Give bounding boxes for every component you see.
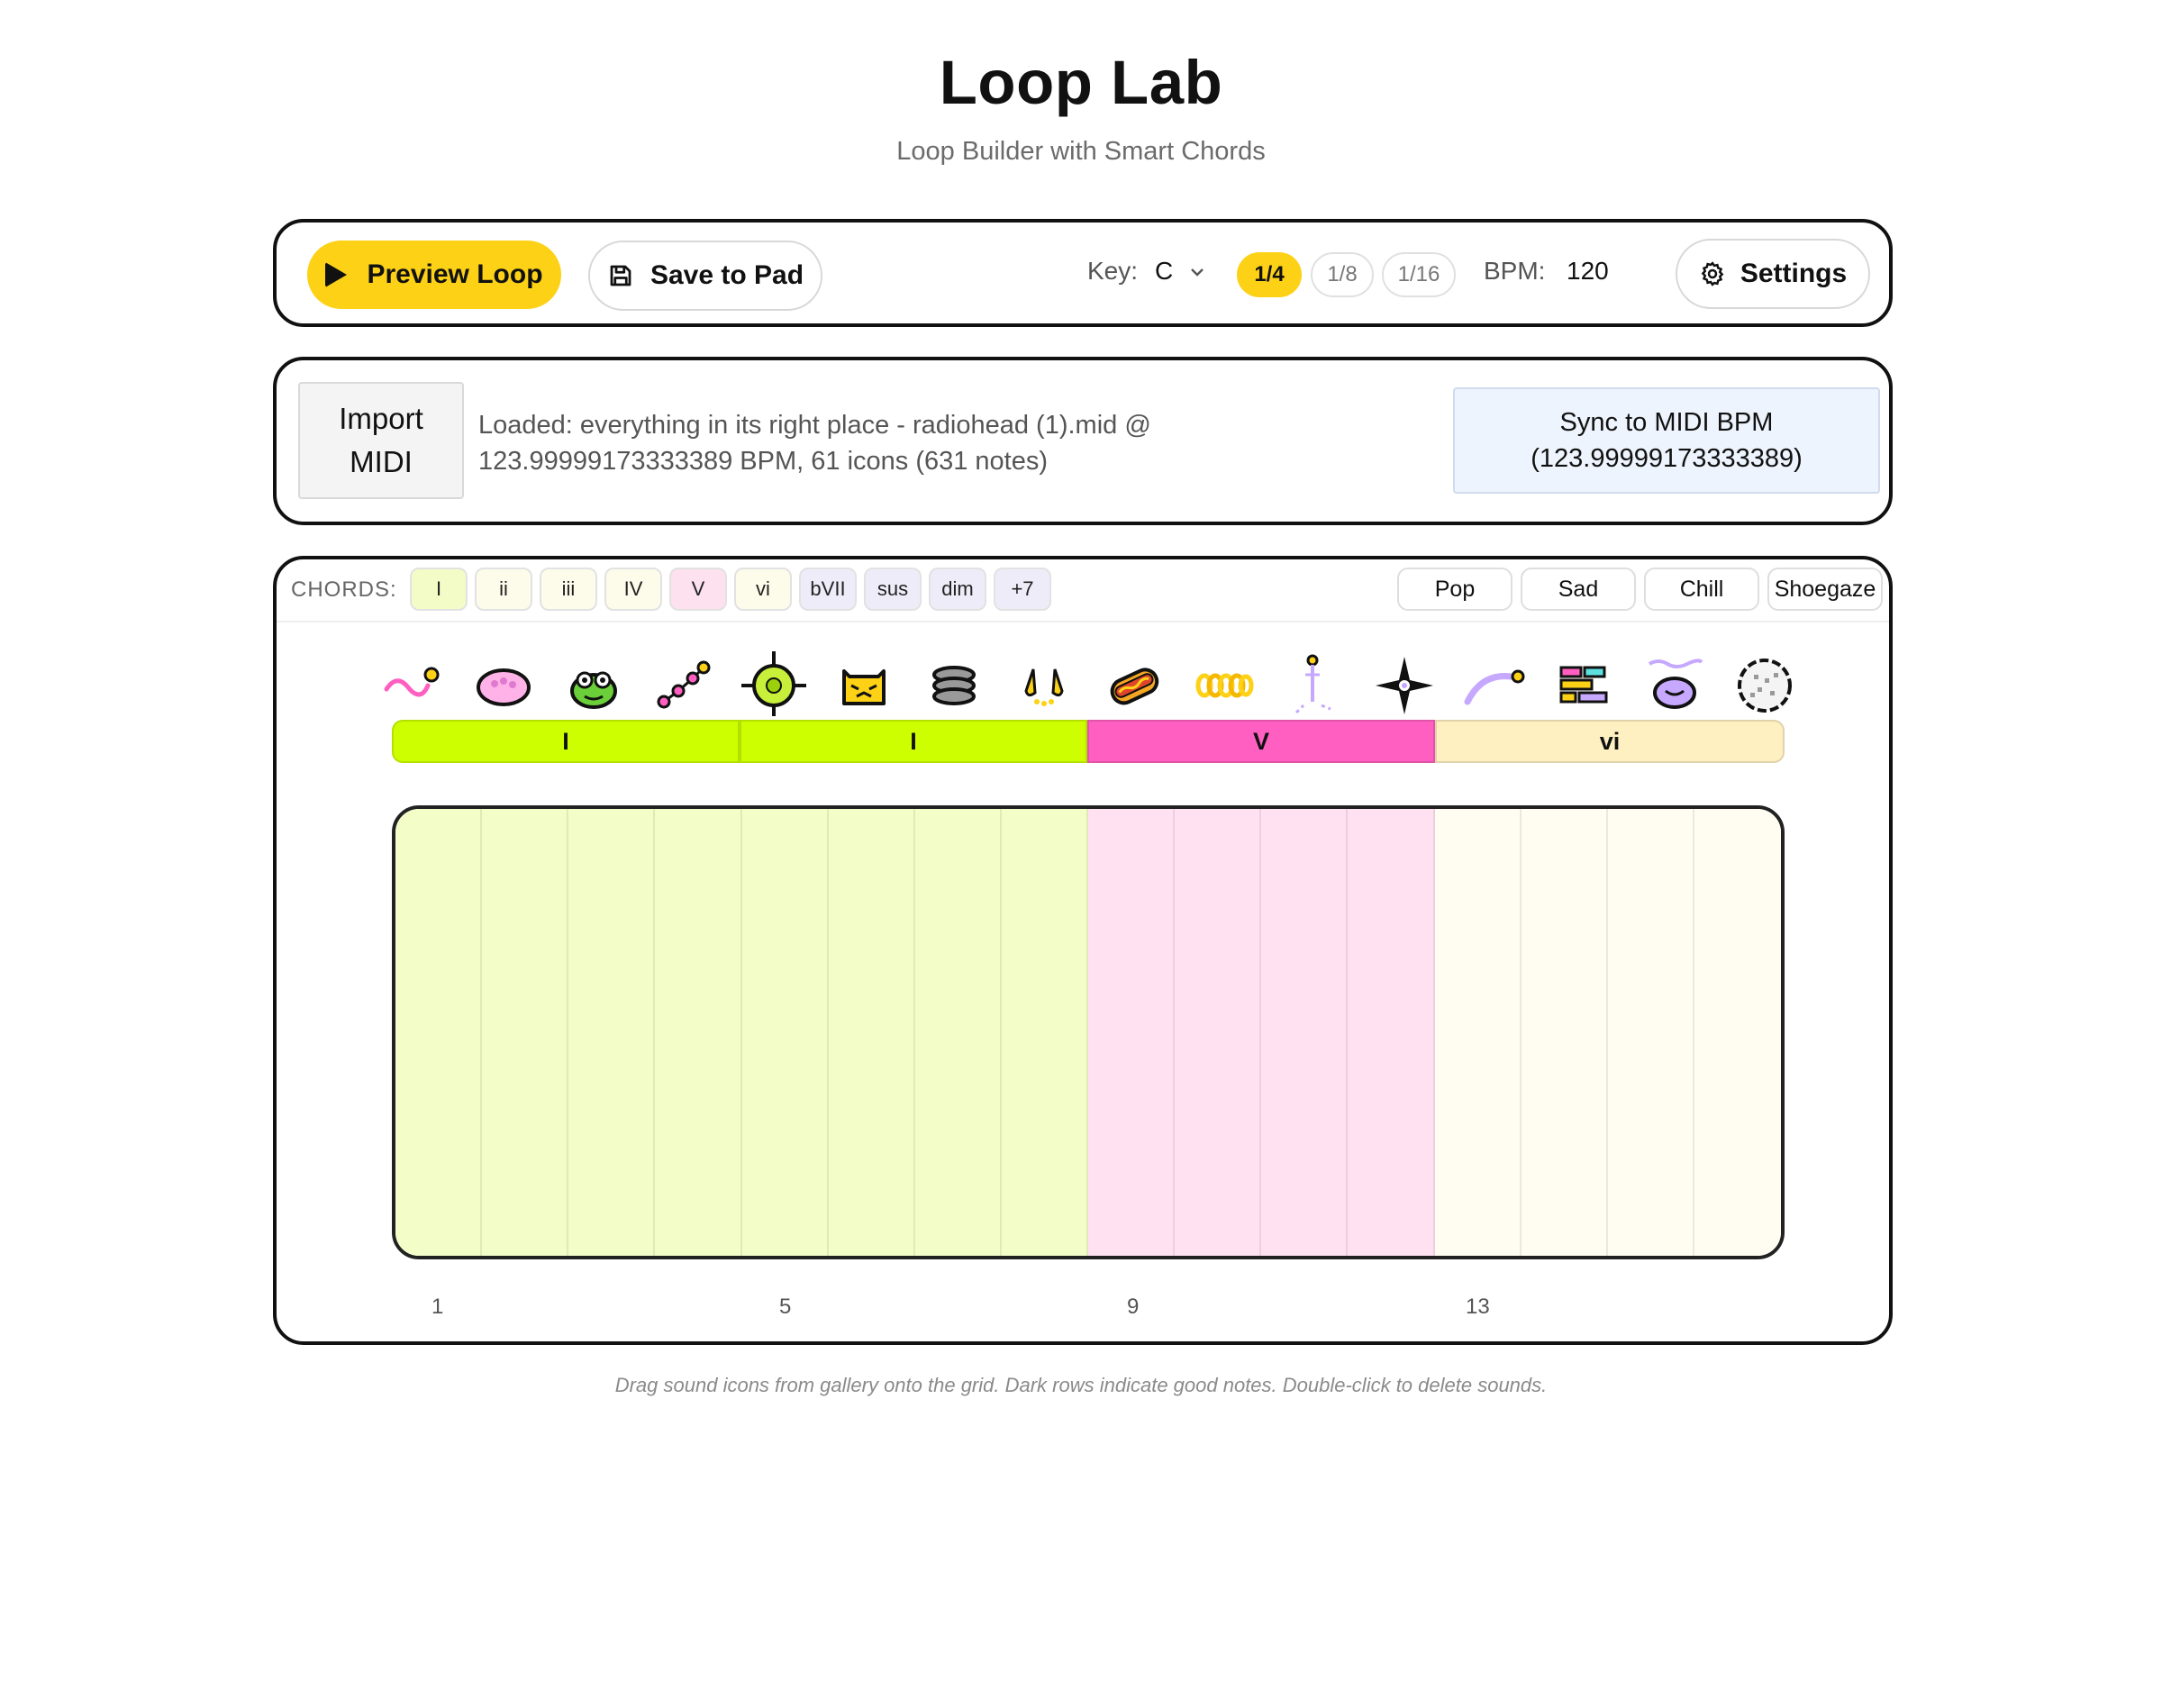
dots-chain-icon[interactable]	[650, 650, 718, 718]
chevron-down-icon[interactable]	[1186, 257, 1208, 287]
grid-step[interactable]	[914, 809, 1002, 1256]
chords-label: CHORDS:	[291, 577, 397, 602]
gear-icon	[1701, 261, 1724, 286]
beat-number: 13	[1466, 1295, 1490, 1319]
progression-segment[interactable]: V	[1087, 720, 1435, 763]
grid-step[interactable]	[655, 809, 742, 1256]
bpm-input[interactable]: 120	[1567, 257, 1609, 286]
grid-step[interactable]	[1175, 809, 1262, 1256]
grid-step[interactable]	[741, 809, 829, 1256]
sparkle-icon[interactable]	[1370, 650, 1439, 718]
beat-number: 1	[431, 1295, 444, 1319]
key-select[interactable]: C	[1155, 257, 1173, 286]
save-to-pad-button[interactable]: Save to Pad	[588, 241, 822, 311]
pink-blob-icon[interactable]	[469, 650, 538, 718]
beat-number: 5	[779, 1295, 792, 1319]
grid-step[interactable]	[482, 809, 569, 1256]
floppy-disk-icon	[610, 265, 631, 286]
grid-step[interactable]	[1521, 809, 1608, 1256]
sequencer-grid[interactable]	[392, 805, 1785, 1259]
resolution-eighth-button[interactable]: 1/8	[1311, 252, 1374, 297]
settings-label: Settings	[1740, 259, 1848, 288]
chord-chip[interactable]: bVII	[799, 568, 857, 611]
preset-shoegaze-button[interactable]: Shoegaze	[1767, 568, 1883, 611]
progression-segment[interactable]: I	[740, 720, 1087, 763]
chord-chip[interactable]: ii	[475, 568, 532, 611]
app-title: Loop Lab	[939, 48, 1223, 117]
bricks-icon[interactable]	[1550, 650, 1619, 718]
chord-chip[interactable]: IV	[604, 568, 662, 611]
anchor-icon[interactable]	[1280, 650, 1349, 718]
chord-chip[interactable]: sus	[864, 568, 922, 611]
chord-chip[interactable]: +7	[994, 568, 1051, 611]
loop-editor: CHORDS: I ii iii IV V vi bVII sus dim +7…	[273, 556, 1893, 1345]
grid-step[interactable]	[1001, 809, 1088, 1256]
beat-number: 9	[1127, 1295, 1140, 1319]
save-to-pad-label: Save to Pad	[650, 260, 804, 290]
app-subtitle: Loop Builder with Smart Chords	[896, 137, 1266, 166]
frog-icon[interactable]	[559, 650, 628, 718]
grid-step[interactable]	[828, 809, 915, 1256]
import-midi-button[interactable]: Import MIDI	[298, 382, 464, 499]
preset-sad-button[interactable]: Sad	[1521, 568, 1636, 611]
chord-chip[interactable]: V	[669, 568, 727, 611]
chord-chip[interactable]: vi	[734, 568, 792, 611]
resolution-sixteenth-button[interactable]: 1/16	[1382, 252, 1456, 297]
chord-chip[interactable]: iii	[540, 568, 597, 611]
arc-icon[interactable]	[1460, 650, 1529, 718]
stack-icon[interactable]	[920, 650, 988, 718]
key-label: Key:	[1087, 257, 1139, 285]
progression-segment[interactable]: I	[392, 720, 740, 763]
midi-status-text: Loaded: everything in its right place - …	[478, 411, 1151, 476]
grid-step[interactable]	[1607, 809, 1694, 1256]
cat-face-icon[interactable]	[830, 650, 898, 718]
grid-step[interactable]	[1694, 809, 1781, 1256]
chord-chip[interactable]: dim	[929, 568, 986, 611]
squiggle-icon[interactable]	[379, 650, 448, 718]
progression-segment[interactable]: vi	[1435, 720, 1785, 763]
preset-chill-button[interactable]: Chill	[1644, 568, 1759, 611]
drops-icon[interactable]	[1010, 650, 1078, 718]
midi-panel: Import MIDI Loaded: everything in its ri…	[273, 357, 1893, 525]
play-icon	[325, 262, 348, 287]
coil-icon[interactable]	[1190, 650, 1258, 718]
grid-step[interactable]	[1434, 809, 1522, 1256]
grid-step[interactable]	[395, 809, 483, 1256]
settings-button[interactable]: Settings	[1676, 239, 1870, 309]
bpm-label: BPM:	[1484, 257, 1546, 285]
divider	[277, 621, 1889, 622]
hotdog-icon[interactable]	[1100, 650, 1168, 718]
toolbar: Preview Loop Save to Pad Key: C 1/4 1/8 …	[273, 219, 1893, 327]
smile-icon[interactable]	[1640, 650, 1709, 718]
dotted-ball-icon[interactable]	[1731, 650, 1799, 718]
grid-step[interactable]	[1088, 809, 1176, 1256]
help-text: Drag sound icons from gallery onto the g…	[614, 1374, 1548, 1396]
preset-pop-button[interactable]: Pop	[1397, 568, 1512, 611]
grid-step[interactable]	[1348, 809, 1435, 1256]
grid-step[interactable]	[1261, 809, 1349, 1256]
chord-chip[interactable]: I	[410, 568, 468, 611]
sync-midi-bpm-button[interactable]: Sync to MIDI BPM (123.99999173333389)	[1453, 387, 1880, 494]
preview-loop-label: Preview Loop	[367, 259, 543, 289]
crosshair-icon[interactable]	[740, 650, 808, 718]
preview-loop-button[interactable]: Preview Loop	[307, 241, 561, 309]
grid-step[interactable]	[568, 809, 656, 1256]
resolution-quarter-button[interactable]: 1/4	[1237, 252, 1302, 297]
